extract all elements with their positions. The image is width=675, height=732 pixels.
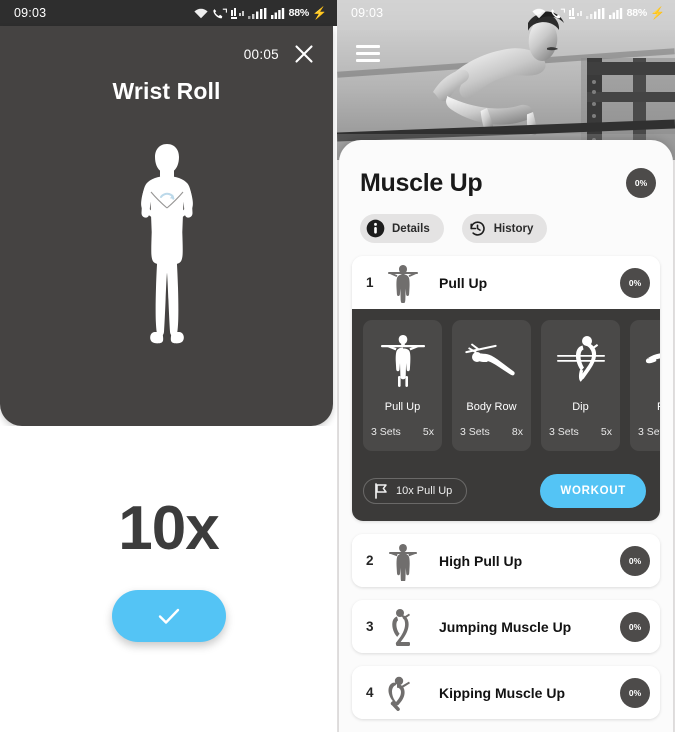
player-top-bar: 00:05 (0, 26, 333, 68)
dip-silhouette (554, 329, 608, 392)
exercise-card-4: 4 Kipping Muscle Up 0% (352, 666, 660, 719)
variation-sets: 3 Sets (638, 426, 660, 438)
variation-card[interactable]: Body Row 3 Sets 8x (452, 320, 531, 451)
wifi-icon (532, 8, 546, 18)
rep-confirm-section: 10x (0, 426, 337, 732)
variation-reps: 8x (511, 426, 523, 438)
status-bar-icons: 88% ⚡ (194, 7, 327, 19)
variation-sets: 3 Sets (460, 426, 490, 438)
exercise-name: High Pull Up (439, 552, 523, 569)
exercise-index: 3 (366, 619, 374, 634)
exercise-row-header[interactable]: 2 High Pull Up 0% (352, 534, 660, 587)
pull-up-bar-silhouette (377, 329, 429, 392)
variation-name: Dip (572, 401, 589, 413)
jumping-muscle-up-silhouette (382, 606, 424, 648)
left-status-bar: 09:03 88% ⚡ (0, 0, 337, 26)
check-icon (158, 608, 179, 624)
variation-name: Body Row (466, 401, 517, 413)
standing-wrist-roll-silhouette (0, 105, 333, 426)
variation-meta: 3 Sets 8x (452, 426, 531, 438)
variation-name: Push (657, 401, 660, 413)
signal-bars-icon (247, 7, 267, 19)
page-title: Wrist Roll (112, 78, 221, 104)
right-status-bar: 09:03 88% ⚡ (337, 0, 675, 26)
variation-meta: 3 Sets 5x (363, 426, 442, 438)
exercise-card-2: 2 High Pull Up 0% (352, 534, 660, 587)
sim-signal-icon (230, 7, 244, 19)
exercise-progress-badge: 0% (620, 267, 650, 298)
status-bar-clock: 09:03 (351, 6, 384, 20)
status-bar-clock: 09:03 (14, 6, 47, 20)
start-workout-button[interactable]: WORKOUT (540, 474, 646, 508)
high-pull-up-silhouette (382, 541, 424, 581)
right-phone-screen: 09:03 88% ⚡ Muscle Up 0% Details History… (337, 0, 675, 732)
charging-bolt-icon: ⚡ (650, 6, 665, 20)
exercise-player-card: 00:05 Wrist Roll (0, 26, 333, 426)
exercise-name: Jumping Muscle Up (439, 618, 572, 635)
tab-details[interactable]: Details (360, 214, 444, 243)
exercise-name: Kipping Muscle Up (439, 684, 565, 701)
status-bar-icons: 88% ⚡ (532, 7, 665, 19)
variation-name: Pull Up (384, 401, 421, 413)
exercise-progress-badge: 0% (620, 677, 650, 708)
elapsed-timer: 00:05 (243, 46, 279, 62)
variation-sets: 3 Sets (371, 426, 401, 438)
battery-percent-label: 88% (626, 7, 648, 19)
missed-call-icon (212, 8, 227, 18)
flag-icon (375, 483, 387, 499)
variation-card[interactable]: Push 3 Sets (630, 320, 660, 451)
variation-reps: 5x (600, 426, 612, 438)
signal-bars-icon (270, 7, 284, 19)
exercise-name: Pull Up (439, 274, 488, 291)
charging-bolt-icon: ⚡ (312, 6, 327, 20)
history-icon (470, 221, 485, 236)
variation-thumb-strip[interactable]: Pull Up 3 Sets 5x Body Row 3 Sets 8x Dip… (363, 320, 660, 451)
tab-history-label: History (493, 222, 534, 235)
variation-meta: 3 Sets (630, 426, 660, 438)
workout-title: Muscle Up (360, 168, 483, 197)
sheet-tab-row: Details History (352, 198, 660, 243)
close-icon[interactable] (293, 43, 315, 65)
pull-up-silhouette (382, 263, 424, 303)
rep-count-label: 10x (118, 494, 219, 563)
left-phone-screen: 09:03 88% ⚡ 00:05 Wrist Roll 10x (0, 0, 337, 732)
sheet-header: Muscle Up 0% (352, 140, 660, 198)
variation-card[interactable]: Dip 3 Sets 5x (541, 320, 620, 451)
workout-goal-label: 10x Pull Up (396, 485, 453, 497)
exercise-progress-badge: 0% (620, 611, 650, 642)
exercise-index: 2 (366, 553, 374, 568)
info-icon (366, 219, 385, 238)
missed-call-icon (550, 8, 565, 18)
variation-card[interactable]: Pull Up 3 Sets 5x (363, 320, 442, 451)
variation-meta: 3 Sets 5x (541, 426, 620, 438)
workout-detail-sheet: Muscle Up 0% Details History 1 Pull Up 0… (339, 140, 673, 732)
exercise-row-header[interactable]: 1 Pull Up 0% (352, 256, 660, 309)
exercise-index: 4 (366, 685, 374, 700)
kipping-muscle-up-silhouette (382, 673, 424, 713)
workout-goal-chip[interactable]: 10x Pull Up (363, 478, 468, 504)
push-up-silhouette (642, 329, 660, 392)
exercise-row-header[interactable]: 4 Kipping Muscle Up 0% (352, 666, 660, 719)
signal-bars-icon (608, 7, 622, 19)
variation-sets: 3 Sets (549, 426, 579, 438)
exercise-expanded-panel: Pull Up 3 Sets 5x Body Row 3 Sets 8x Dip… (352, 309, 660, 462)
exercise-card-3: 3 Jumping Muscle Up 0% (352, 600, 660, 653)
tab-history[interactable]: History (461, 214, 548, 243)
exercise-index: 1 (366, 275, 374, 290)
tab-details-label: Details (392, 222, 430, 235)
workout-progress-badge: 0% (626, 168, 656, 198)
body-row-silhouette (463, 329, 521, 392)
exercise-row-header[interactable]: 3 Jumping Muscle Up 0% (352, 600, 660, 653)
sim-signal-icon (568, 7, 582, 19)
screenshot-root: 09:03 88% ⚡ 00:05 Wrist Roll 10x 09:03 8… (0, 0, 675, 732)
wifi-icon (194, 8, 208, 18)
exercise-progress-badge: 0% (620, 545, 650, 576)
variation-reps: 5x (422, 426, 434, 438)
battery-percent-label: 88% (288, 7, 310, 19)
hamburger-menu-icon[interactable] (356, 45, 380, 62)
confirm-reps-button[interactable] (111, 590, 226, 642)
exercise-card-1: 1 Pull Up 0% Pull Up 3 Sets 5x Body Row … (352, 256, 660, 521)
signal-bars-icon (585, 7, 605, 19)
exercise-card-footer: 10x Pull Up WORKOUT (352, 462, 660, 521)
